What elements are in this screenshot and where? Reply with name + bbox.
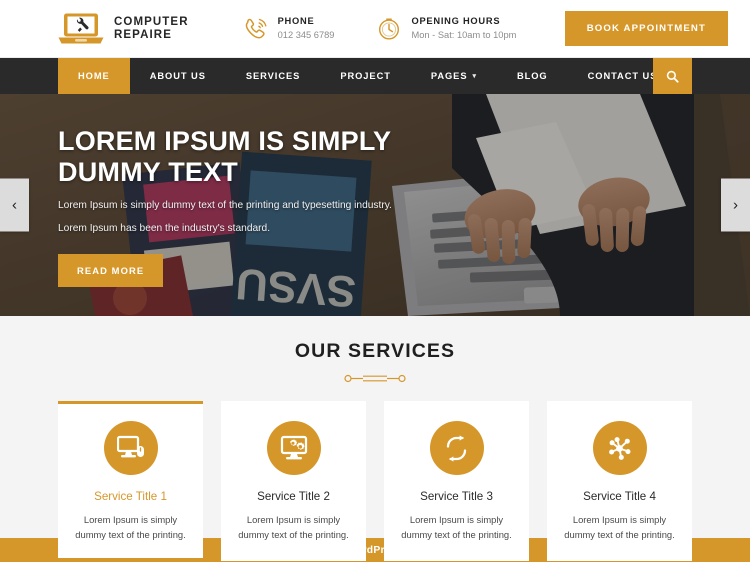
nav-label-home: HOME (78, 71, 110, 81)
nav-label-project: PROJECT (340, 71, 391, 81)
section-divider (0, 373, 750, 384)
nav-label-pages: PAGES (430, 71, 468, 81)
nav-item-pages[interactable]: PAGES ▾ (411, 58, 497, 94)
nav-label-blog: BLOG (516, 71, 548, 81)
service-desc-2: Lorem Ipsum is simply dummy text of the … (238, 514, 349, 540)
brand-line-2: REPAIRE (114, 28, 172, 41)
service-card-2[interactable]: Service Title 2 Lorem Ipsum is simply du… (221, 401, 366, 562)
laptop-wrench-icon (58, 13, 104, 44)
phone-ring-icon (245, 18, 267, 38)
header-opening-hours: OPENING HOURS Mon - Sat: 10am to 10pm (376, 16, 516, 42)
site-header: COMPUTER REPAIRE PHONE 012 345 6789 OPEN… (0, 0, 750, 58)
hours-label: OPENING HOURS (411, 15, 501, 26)
hero-title: LOREM IPSUM IS SIMPLY DUMMY TEXT (58, 126, 391, 187)
phone-label: PHONE (277, 15, 315, 26)
read-more-button[interactable]: READ MORE (58, 253, 164, 287)
refresh-arrows-icon (446, 434, 467, 462)
ornament-divider-icon (344, 374, 406, 383)
brand-name: COMPUTER REPAIRE (114, 16, 189, 42)
chevron-right-icon: › (733, 196, 738, 214)
service-icon-circle-2 (266, 421, 321, 475)
nav-label-services: SERVICES (245, 71, 301, 81)
service-icon-circle-1 (103, 421, 158, 475)
search-icon (666, 70, 679, 83)
main-navigation: HOME ABOUT US SERVICES PROJECT PAGES ▾ B… (0, 58, 750, 94)
service-card-1[interactable]: Service Title 1 Lorem Ipsum is simply du… (58, 401, 203, 562)
nav-label-about-us: ABOUT US (149, 71, 206, 81)
network-hub-icon (609, 436, 631, 460)
phone-value: 012 345 6789 (277, 29, 335, 40)
nav-item-services[interactable]: SERVICES (226, 58, 320, 94)
hero-subtitle-2: Lorem Ipsum has been the industry's stan… (58, 222, 271, 234)
service-title-2: Service Title 2 (257, 490, 330, 503)
hero-content: LOREM IPSUM IS SIMPLY DUMMY TEXT Lorem I… (58, 126, 478, 287)
service-desc-4: Lorem Ipsum is simply dummy text of the … (564, 514, 675, 540)
chevron-down-icon: ▾ (472, 73, 477, 80)
footer-credit-text: Computer Repair WordPress Theme By Luzuk… (255, 544, 495, 556)
hero-subtitle-1: Lorem Ipsum is simply dummy text of the … (58, 200, 392, 211)
chevron-left-icon: ‹ (12, 196, 17, 214)
brand-line-1: COMPUTER (114, 15, 189, 28)
nav-item-blog[interactable]: BLOG (497, 58, 568, 94)
services-heading: OUR SERVICES (294, 340, 456, 362)
service-title-1: Service Title 1 (94, 490, 167, 503)
nav-search-button[interactable] (653, 58, 692, 94)
monitor-gears-icon (280, 435, 307, 460)
service-title-4: Service Title 4 (583, 490, 656, 503)
service-title-3: Service Title 3 (420, 490, 493, 503)
hours-value: Mon - Sat: 10am to 10pm (411, 29, 517, 40)
service-icon-circle-4 (592, 421, 647, 475)
monitor-mouse-icon (116, 435, 144, 458)
service-card-4[interactable]: Service Title 4 Lorem Ipsum is simply du… (547, 401, 692, 562)
clock-icon (379, 18, 400, 40)
carousel-next-arrow[interactable]: › (721, 178, 750, 232)
service-desc-1: Lorem Ipsum is simply dummy text of the … (75, 514, 186, 540)
service-card-3[interactable]: Service Title 3 Lorem Ipsum is simply du… (384, 401, 529, 562)
brand-logo[interactable]: COMPUTER REPAIRE (58, 12, 189, 45)
book-appointment-button[interactable]: BOOK APPOINTMENT (564, 11, 728, 46)
services-section: OUR SERVICES Service Title 1 Lorem Ipsum… (0, 316, 750, 562)
service-icon-circle-3 (429, 421, 484, 475)
nav-item-about-us[interactable]: ABOUT US (130, 58, 226, 94)
nav-label-contact-us: CONTACT US (587, 71, 658, 81)
service-desc-3: Lorem Ipsum is simply dummy text of the … (401, 514, 512, 540)
page-root: COMPUTER REPAIRE PHONE 012 345 6789 OPEN… (0, 0, 750, 562)
hero-slider: SVSU LOREM IPSUM IS SIMPLY DUMMY TEXT Lo… (0, 94, 750, 316)
nav-item-project[interactable]: PROJECT (320, 58, 411, 94)
header-phone[interactable]: PHONE 012 345 6789 (243, 15, 335, 42)
nav-item-home[interactable]: HOME (58, 58, 130, 94)
carousel-prev-arrow[interactable]: ‹ (0, 178, 29, 232)
